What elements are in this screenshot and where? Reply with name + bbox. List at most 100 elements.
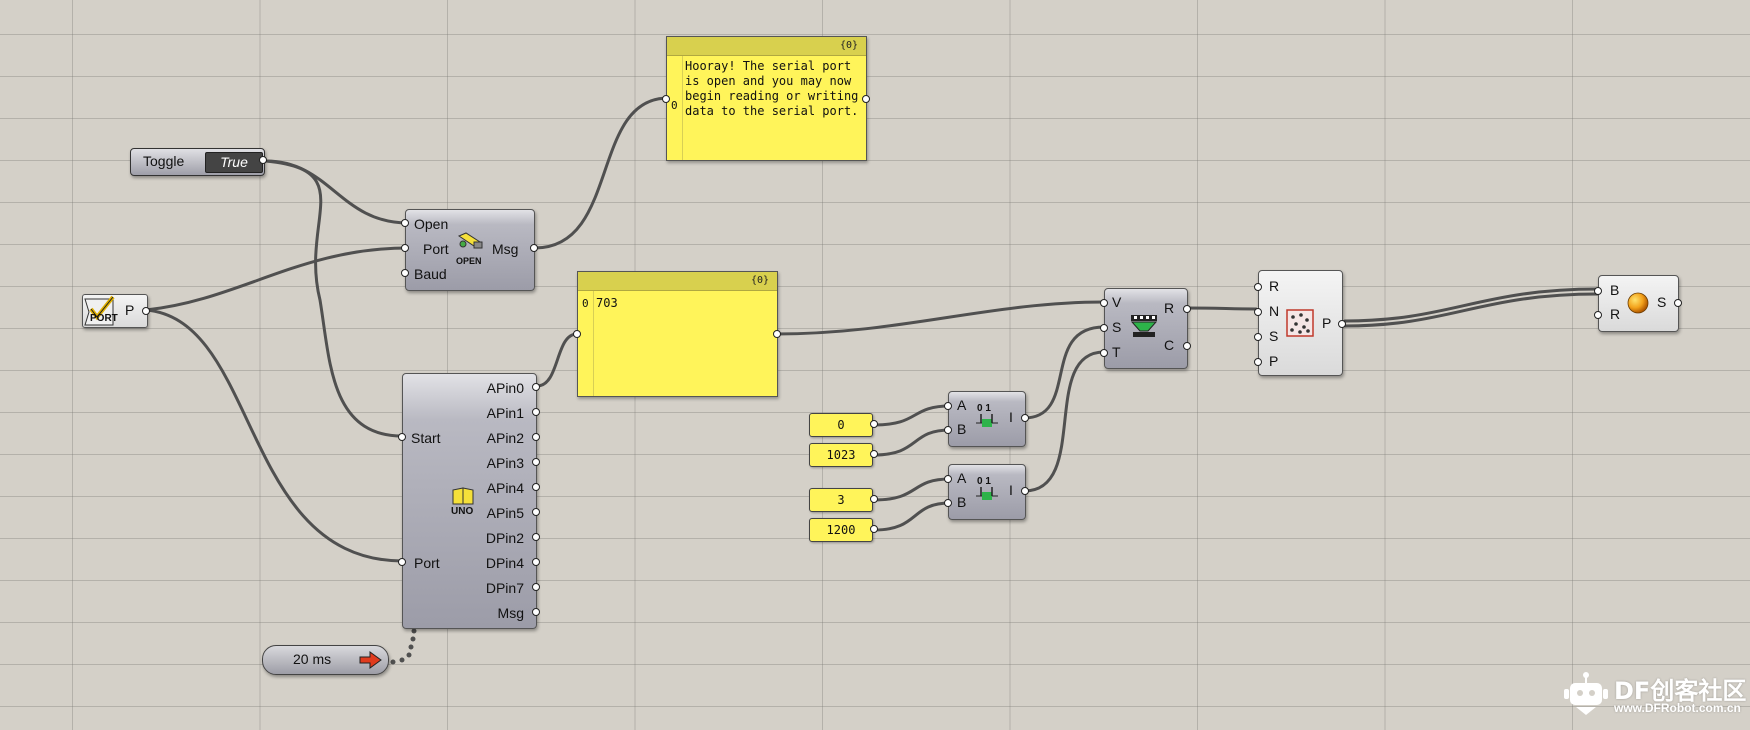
populate-s-port[interactable] — [1254, 333, 1262, 341]
value-panel-output[interactable] — [773, 330, 781, 338]
number-3-port[interactable] — [870, 495, 878, 503]
message-panel-output[interactable] — [862, 95, 870, 103]
value-panel-header: {0} — [578, 272, 777, 291]
wire-layer — [144, 96, 1600, 665]
number-panel-1200[interactable]: 1200 — [809, 518, 873, 542]
populate-geometry-component[interactable]: R N S P P — [1254, 270, 1346, 376]
number-panel-1023[interactable]: 1023 — [809, 443, 873, 467]
populate-r-port[interactable] — [1254, 283, 1262, 291]
message-panel-input[interactable] — [662, 95, 670, 103]
number-0-port[interactable] — [870, 420, 878, 428]
populate-p-port[interactable] — [1254, 358, 1262, 366]
remap-numbers-component[interactable]: V S T R C — [1100, 288, 1191, 369]
uno-icon-text: UNO — [451, 506, 474, 517]
remap-r-port[interactable] — [1183, 305, 1191, 313]
number-1023-port[interactable] — [870, 450, 878, 458]
uno-msg-port[interactable] — [532, 608, 540, 616]
domain2-b-port[interactable] — [944, 499, 952, 507]
apin4-port[interactable] — [532, 483, 540, 491]
apin1-label: APin1 — [486, 405, 524, 421]
timer-dots — [390, 628, 417, 665]
domain-icon — [976, 414, 998, 427]
port-parameter[interactable]: PORT P — [82, 294, 150, 328]
number-1200-port[interactable] — [870, 525, 878, 533]
number-panel-0[interactable]: 0 — [809, 413, 873, 437]
arrow-right-icon — [359, 651, 382, 669]
apin0-label: APin0 — [486, 380, 524, 396]
remap-s-port[interactable] — [1100, 324, 1108, 332]
boolean-toggle[interactable]: Toggle True — [130, 148, 267, 176]
apin0-port[interactable] — [532, 383, 540, 391]
construct-domain-1[interactable]: A B 0 1 I — [944, 391, 1029, 447]
populate-r-label: R — [1269, 278, 1280, 294]
solid-b-port[interactable] — [1594, 287, 1602, 295]
apin1-port[interactable] — [532, 408, 540, 416]
solid-s-port[interactable] — [1674, 299, 1682, 307]
start-input-label: Start — [411, 430, 441, 446]
usb-plug-icon — [457, 232, 483, 249]
message-panel[interactable]: {0} 0 Hooray! The serial port is open an… — [662, 36, 870, 161]
sphere-icon — [1627, 292, 1649, 314]
remap-v-label: V — [1112, 294, 1122, 310]
value-panel[interactable]: {0} 0 703 — [573, 271, 781, 397]
dpin7-label: DPin7 — [485, 580, 524, 596]
solid-component[interactable]: B R S — [1594, 275, 1682, 332]
msg-output-port[interactable] — [530, 244, 538, 252]
open-input-label: Open — [414, 216, 449, 232]
timer-label: 20 ms — [293, 651, 332, 667]
domain2-i-port[interactable] — [1021, 487, 1029, 495]
remap-t-port[interactable] — [1100, 349, 1108, 357]
open-input-port[interactable] — [401, 219, 409, 227]
message-panel-divider — [682, 56, 683, 160]
wire-toggle-start — [264, 159, 404, 438]
construct-domain-2[interactable]: A B 0 1 I — [944, 464, 1029, 520]
number-panel-3[interactable]: 3 — [809, 488, 873, 512]
apin2-label: APin2 — [486, 430, 524, 446]
domain1-b-label: B — [957, 421, 967, 437]
domain2-a-port[interactable] — [944, 475, 952, 483]
apin5-port[interactable] — [532, 508, 540, 516]
domain1-i-label: I — [1009, 409, 1013, 425]
remap-c-label: C — [1164, 337, 1175, 353]
dpin7-port[interactable] — [532, 583, 540, 591]
domain2-a-label: A — [957, 470, 967, 486]
value-panel-index: 0 — [582, 297, 589, 310]
populate-p-output-port[interactable] — [1338, 320, 1346, 328]
apin2-port[interactable] — [532, 433, 540, 441]
dpin4-label: DPin4 — [485, 555, 524, 571]
toggle-output-port[interactable] — [259, 156, 267, 164]
uno-read-component[interactable]: Start Port UNO APin0 APin1 APin2 APin3 A… — [398, 373, 540, 629]
domain1-b-port[interactable] — [944, 426, 952, 434]
domain1-i-port[interactable] — [1021, 414, 1029, 422]
populate-n-port[interactable] — [1254, 308, 1262, 316]
baud-input-port[interactable] — [401, 269, 409, 277]
open-port-component[interactable]: Open Port Baud OPEN Msg — [401, 209, 538, 291]
apin5-label: APin5 — [486, 505, 524, 521]
dpin2-port[interactable] — [532, 533, 540, 541]
wire-remapR-popN — [1185, 306, 1258, 311]
domain-icon — [976, 487, 998, 500]
port-param-output[interactable] — [142, 307, 150, 315]
domain2-b-label: B — [957, 494, 967, 510]
uno-port-input-port[interactable] — [398, 558, 406, 566]
solid-r-port[interactable] — [1594, 311, 1602, 319]
toggle-value[interactable]: True — [205, 152, 263, 173]
port-input-port[interactable] — [401, 244, 409, 252]
start-input-port[interactable] — [398, 433, 406, 441]
value-panel-divider — [593, 291, 594, 396]
apin3-port[interactable] — [532, 458, 540, 466]
populate-points-icon — [1286, 309, 1314, 337]
wire-n1023-d1b — [872, 428, 952, 457]
value-panel-input[interactable] — [573, 330, 581, 338]
domain1-a-port[interactable] — [944, 402, 952, 410]
wire-port-unoport — [144, 308, 404, 563]
solid-s-label: S — [1657, 294, 1667, 310]
remap-c-port[interactable] — [1183, 342, 1191, 350]
timer-component[interactable]: 20 ms — [262, 645, 389, 675]
open-icon-text: OPEN — [456, 256, 482, 266]
solid-b-label: B — [1610, 282, 1620, 298]
dpin4-port[interactable] — [532, 558, 540, 566]
remap-v-port[interactable] — [1100, 299, 1108, 307]
wire-popP-solidB-b — [1343, 292, 1600, 328]
remap-s-label: S — [1112, 319, 1122, 335]
